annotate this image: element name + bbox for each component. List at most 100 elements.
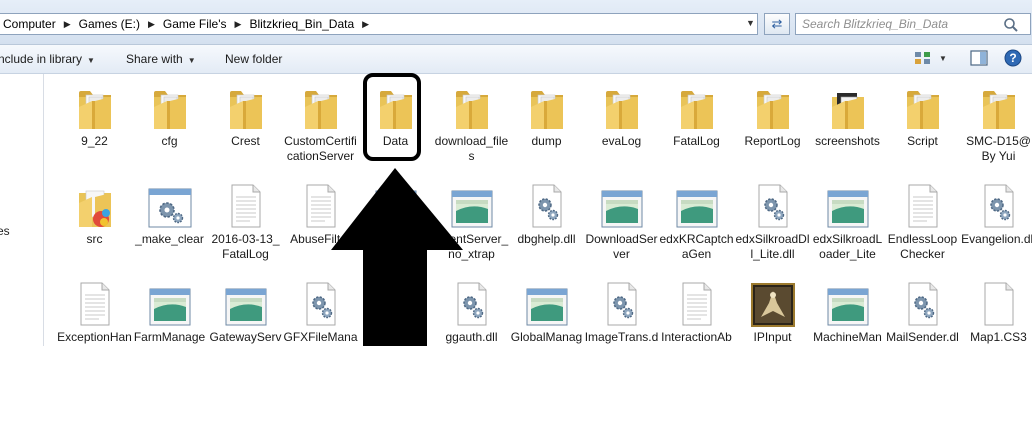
file-label: ggauth.dll: [445, 330, 498, 344]
text-file-icon: [57, 275, 132, 327]
search-box[interactable]: [795, 13, 1031, 35]
file-item[interactable]: cfg: [132, 79, 207, 149]
file-label: DownloadServer: [585, 232, 658, 261]
file-item[interactable]: FarmManager: [132, 275, 207, 346]
chevron-right-icon[interactable]: ▶: [360, 19, 371, 30]
file-item[interactable]: Map1.CS3: [961, 275, 1032, 345]
file-item[interactable]: edxKRCaptchaGen: [659, 177, 734, 262]
nav-pane-partial-label[interactable]: es: [0, 224, 10, 238]
search-input[interactable]: [802, 14, 1002, 34]
breadcrumb-current-folder[interactable]: Blitzkrieq_Bin_Data: [243, 17, 360, 31]
file-item[interactable]: _make_clear: [132, 177, 207, 247]
file-item[interactable]: MailSender.dll: [885, 275, 960, 346]
file-item[interactable]: src: [57, 177, 132, 247]
folder-icon: [810, 79, 885, 131]
help-icon[interactable]: ?: [1004, 49, 1022, 67]
new-folder-button[interactable]: New folder: [225, 52, 282, 66]
file-item[interactable]: evaLog: [584, 79, 659, 149]
file-label: 2016-03-13_FatalLog: [211, 232, 280, 261]
file-label: IPInput: [753, 330, 792, 344]
folder-icon: [961, 79, 1032, 131]
preview-pane-icon[interactable]: [970, 50, 988, 66]
chevron-down-icon[interactable]: ▼: [939, 54, 947, 63]
file-item[interactable]: Crest: [208, 79, 283, 149]
include-in-library-label: nclude in library: [0, 52, 83, 66]
dll-file-icon: [283, 275, 358, 327]
file-label: screenshots: [815, 134, 880, 148]
file-label: AbuseFilter: [290, 232, 351, 246]
file-item[interactable]: DownloadServer: [584, 177, 659, 262]
folder-icon: [659, 79, 734, 131]
file-item[interactable]: AbuseFilter: [283, 177, 358, 247]
file-item[interactable]: Evangelion.dll: [961, 177, 1032, 247]
file-item[interactable]: 9_22: [57, 79, 132, 149]
file-item[interactable]: Script: [885, 79, 960, 149]
batch-file-icon: [132, 177, 207, 229]
file-item[interactable]: dump: [509, 79, 584, 149]
chevron-right-icon[interactable]: ▶: [62, 19, 73, 30]
include-in-library-button[interactable]: nclude in library ▼: [0, 52, 95, 66]
file-item[interactable]: screenshots: [810, 79, 885, 149]
folder-icon: [132, 79, 207, 131]
file-item[interactable]: AgentServer_no_xtrap: [434, 177, 509, 262]
application-icon: [208, 275, 283, 327]
file-item[interactable]: EndlessLoopChecker: [885, 177, 960, 262]
share-with-label: Share with: [126, 52, 183, 66]
file-label: _make_clear: [135, 232, 204, 246]
file-item[interactable]: IPInput: [735, 275, 810, 345]
text-file-icon: [885, 177, 960, 229]
application-icon: [434, 177, 509, 229]
folder-icon: [434, 79, 509, 131]
breadcrumb-computer[interactable]: Computer: [0, 17, 62, 31]
file-label: Crest: [231, 134, 260, 148]
breadcrumb-games-drive[interactable]: Games (E:): [73, 17, 146, 31]
file-item[interactable]: download_files: [434, 79, 509, 164]
file-item[interactable]: InteractionAbuser: [659, 275, 734, 346]
file-label: nager1.dll: [369, 330, 422, 344]
text-file-icon: [659, 275, 734, 327]
change-view-icon[interactable]: [914, 50, 932, 66]
refresh-button[interactable]: ⇄: [764, 13, 790, 35]
file-label: download_files: [434, 134, 509, 163]
command-bar: nclude in library ▼ Share with ▼ New folde…: [0, 45, 1032, 74]
folder-icon: [57, 177, 132, 229]
file-item[interactable]: FatalLog: [659, 79, 734, 149]
chevron-right-icon[interactable]: ▶: [233, 19, 244, 30]
file-label: edxSilkroadDll_Lite.dll: [735, 232, 810, 261]
file-item[interactable]: ImageTrans.dll: [584, 275, 659, 346]
file-item[interactable]: Data: [358, 79, 433, 149]
application-icon: [509, 275, 584, 327]
file-label: edxSilkroadLoader_Lite: [812, 232, 883, 261]
file-label: ReportLog: [744, 134, 801, 148]
file-item[interactable]: GlobalManager: [509, 275, 584, 346]
file-label: cfg: [161, 134, 178, 148]
file-item[interactable]: edxSilkroadLoader_Lite: [810, 177, 885, 262]
file-item[interactable]: nager1.dll: [358, 275, 433, 345]
dll-file-icon: [961, 177, 1032, 229]
file-label: 9_22: [81, 134, 108, 148]
file-item[interactable]: ggauth.dll: [434, 275, 509, 345]
file-item[interactable]: GFXFileManager.dll: [283, 275, 358, 346]
file-item[interactable]: ExceptionHandlerInfo: [57, 275, 132, 346]
svg-text:?: ?: [1009, 51, 1016, 65]
file-item[interactable]: [358, 177, 433, 232]
file-item[interactable]: 2016-03-13_FatalLog: [208, 177, 283, 262]
file-label: CustomCertificationServer: [284, 134, 357, 163]
file-item[interactable]: edxSilkroadDll_Lite.dll: [735, 177, 810, 262]
chevron-right-icon[interactable]: ▶: [146, 19, 157, 30]
breadcrumb-game-files[interactable]: Game File's: [157, 17, 233, 31]
share-with-button[interactable]: Share with ▼: [126, 52, 196, 66]
file-item[interactable]: SMC-D15@ By Yui: [961, 79, 1032, 164]
search-icon[interactable]: [1002, 16, 1020, 34]
file-item[interactable]: ReportLog: [735, 79, 810, 149]
navigation-pane[interactable]: es: [0, 74, 44, 346]
file-item[interactable]: dbghelp.dll: [509, 177, 584, 247]
chevron-down-icon[interactable]: ▼: [746, 18, 755, 28]
file-label: SMC-D15@ By Yui: [966, 134, 1031, 163]
file-item[interactable]: CustomCertificationServer: [283, 79, 358, 164]
folder-icon: [885, 79, 960, 131]
file-item[interactable]: GatewayServer: [208, 275, 283, 346]
file-item[interactable]: MachineManager: [810, 275, 885, 346]
application-icon: [584, 177, 659, 229]
breadcrumb[interactable]: Computer ▶ Games (E:) ▶ Game File's ▶ Bl…: [0, 13, 758, 35]
